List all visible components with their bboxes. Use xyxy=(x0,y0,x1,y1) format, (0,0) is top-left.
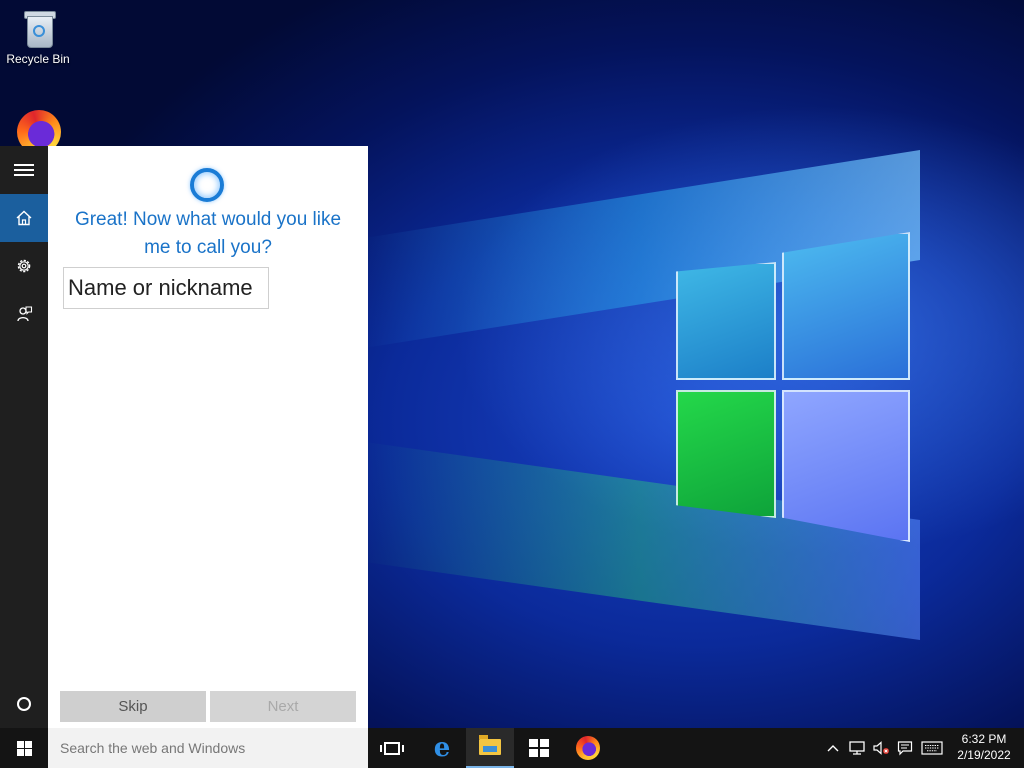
desktop-icon-firefox[interactable] xyxy=(15,110,63,154)
chevron-up-icon xyxy=(827,745,839,752)
windows-logo-pane xyxy=(782,232,910,380)
taskbar-edge[interactable]: e xyxy=(418,728,466,768)
cortana-question: Great! Now what would you like me to cal… xyxy=(74,209,342,258)
gear-icon xyxy=(17,259,31,273)
network-icon xyxy=(849,741,865,755)
taskbar-search-input[interactable] xyxy=(48,728,368,768)
task-view-button[interactable] xyxy=(368,728,416,768)
windows-logo-pane xyxy=(676,390,776,518)
windows-logo-pane xyxy=(782,390,910,542)
name-input[interactable] xyxy=(63,267,269,309)
file-explorer-icon xyxy=(479,735,501,755)
cortana-button[interactable] xyxy=(0,680,48,728)
cortana-logo-icon xyxy=(190,168,224,202)
taskbar-firefox[interactable] xyxy=(564,728,612,768)
feedback-button[interactable] xyxy=(0,290,48,338)
keyboard-icon xyxy=(921,741,943,755)
taskbar: e 6:32 xyxy=(0,728,1024,768)
touch-keyboard-button[interactable] xyxy=(918,728,946,768)
taskbar-file-explorer[interactable] xyxy=(466,728,514,768)
desktop-icon-label: Recycle Bin xyxy=(6,52,70,66)
home-icon xyxy=(16,210,32,226)
cortana-panel: Great! Now what would you like me to cal… xyxy=(48,146,368,728)
start-button[interactable] xyxy=(0,728,48,768)
windows-logo-pane xyxy=(676,262,776,380)
menu-icon xyxy=(14,161,34,179)
action-center-button[interactable] xyxy=(894,728,916,768)
feedback-icon xyxy=(17,306,33,322)
show-hidden-icons-button[interactable] xyxy=(824,728,842,768)
taskbar-clock[interactable]: 6:32 PM 2/19/2022 xyxy=(946,731,1022,763)
volume-muted-icon xyxy=(873,741,889,755)
action-center-icon xyxy=(897,741,913,756)
clock-date: 2/19/2022 xyxy=(957,748,1011,762)
settings-button[interactable] xyxy=(0,242,48,290)
home-button[interactable] xyxy=(0,194,48,242)
network-button[interactable] xyxy=(846,728,868,768)
firefox-icon xyxy=(576,736,600,760)
cortana-sidebar xyxy=(0,146,48,728)
next-button[interactable]: Next xyxy=(210,691,356,722)
skip-button[interactable]: Skip xyxy=(60,691,206,722)
edge-icon: e xyxy=(433,733,451,763)
menu-button[interactable] xyxy=(0,146,48,194)
cortana-circle-icon xyxy=(17,697,31,711)
volume-button[interactable] xyxy=(870,728,892,768)
recycle-bin-icon xyxy=(21,8,56,48)
task-view-icon xyxy=(380,741,404,755)
store-icon xyxy=(529,739,549,757)
desktop-icon-recycle-bin[interactable]: Recycle Bin xyxy=(0,8,76,66)
clock-time: 6:32 PM xyxy=(961,732,1007,746)
windows-icon xyxy=(16,740,32,756)
taskbar-store[interactable] xyxy=(515,728,563,768)
